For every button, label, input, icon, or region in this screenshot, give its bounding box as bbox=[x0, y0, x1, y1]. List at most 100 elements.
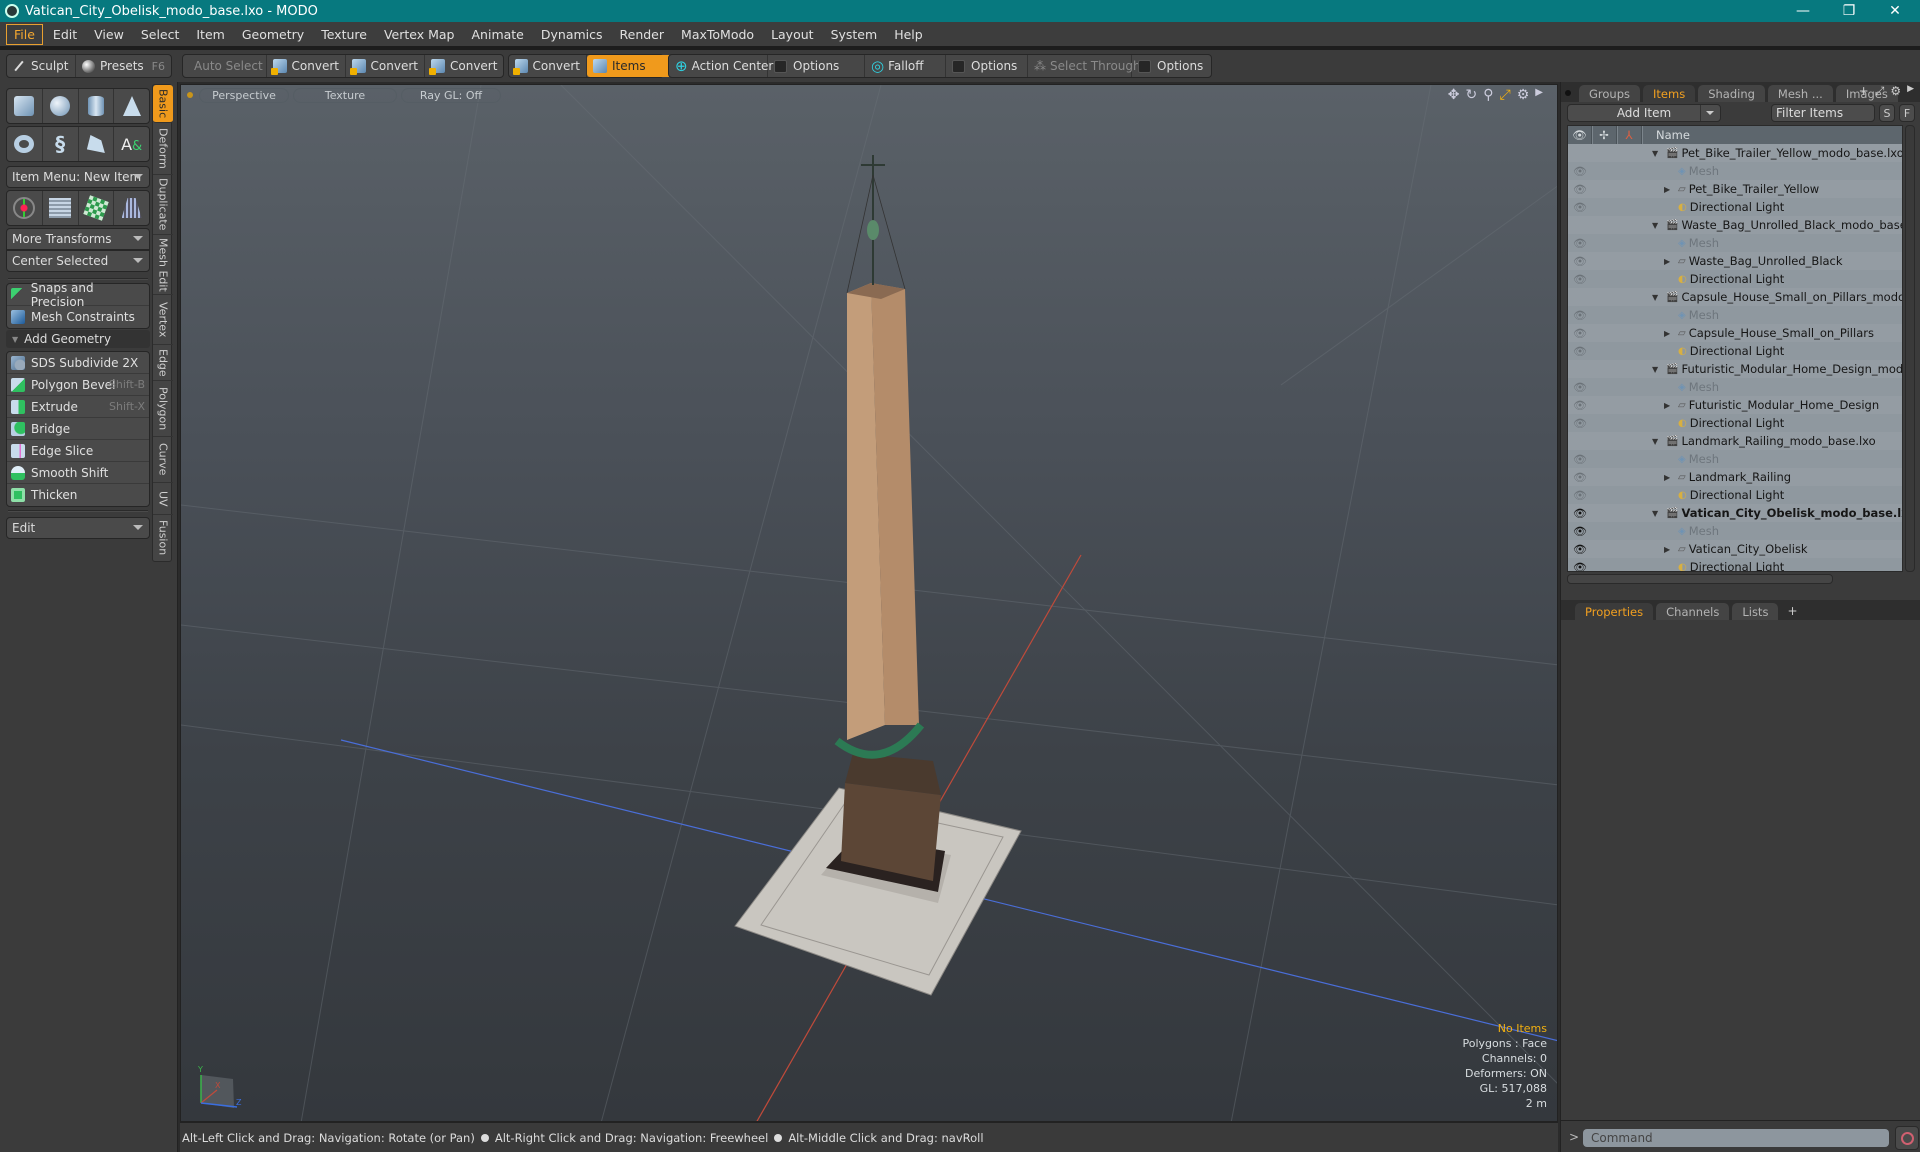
presets-button[interactable]: Presets F6 bbox=[76, 55, 171, 77]
tree-item-light[interactable]: ◐ Directional Light bbox=[1664, 200, 1784, 214]
falloff-button[interactable]: ◎ Falloff bbox=[865, 55, 946, 77]
tree-row[interactable]: ▼ 🎬 Futuristic_Modular_Home_Design_modo_b … bbox=[1568, 360, 1902, 378]
visibility-eye-icon[interactable]: 👁 bbox=[1568, 417, 1592, 430]
collapse-arrow-icon[interactable]: ▼ bbox=[1652, 365, 1664, 374]
action-center-button[interactable]: ⊕ Action Center bbox=[669, 55, 773, 77]
add-item-button[interactable]: Add Item bbox=[1567, 104, 1721, 122]
tab-items[interactable]: Items bbox=[1643, 85, 1696, 102]
tree-row[interactable]: 👁 ◈ Mesh bbox=[1568, 306, 1902, 324]
visibility-eye-icon[interactable]: 👁 bbox=[1568, 237, 1592, 250]
tree-row[interactable]: ▼ 🎬 Capsule_House_Small_on_Pillars_modo_ba… bbox=[1568, 288, 1902, 306]
tree-item-mesh[interactable]: ◈ Mesh bbox=[1664, 524, 1719, 538]
visibility-eye-icon[interactable]: 👁 bbox=[1568, 489, 1592, 502]
visibility-eye-icon[interactable]: 👁 bbox=[1568, 471, 1592, 484]
collapse-arrow-icon[interactable]: ▼ bbox=[1652, 509, 1664, 518]
mesh-constraints-button[interactable]: Mesh Constraints bbox=[7, 306, 149, 328]
tree-item-group[interactable]: ▶ ▱ Waste_Bag_Unrolled_Black bbox=[1664, 254, 1843, 268]
sds-subdivide-button[interactable]: SDS Subdivide 2X bbox=[7, 352, 149, 374]
visibility-eye-icon[interactable]: 👁 bbox=[1568, 255, 1592, 268]
cone-primitive-button[interactable] bbox=[114, 89, 149, 123]
rotate-icon[interactable]: ↻ bbox=[1466, 87, 1478, 103]
tree-horizontal-scrollbar[interactable] bbox=[1567, 574, 1833, 584]
expand-arrow-icon[interactable]: ▶ bbox=[1664, 545, 1676, 554]
tab-lists[interactable]: Lists bbox=[1732, 603, 1779, 620]
tab-polygon[interactable]: Polygon bbox=[153, 381, 173, 437]
tree-row[interactable]: 👁 ◈ Mesh bbox=[1568, 522, 1902, 540]
lock-column-icon[interactable]: ✢ bbox=[1592, 126, 1617, 144]
menu-view[interactable]: View bbox=[87, 25, 131, 44]
tree-item-mesh[interactable]: ◈ Mesh bbox=[1664, 380, 1719, 394]
tab-channels[interactable]: Channels bbox=[1656, 603, 1730, 620]
menu-dynamics[interactable]: Dynamics bbox=[534, 25, 610, 44]
more-transforms-dropdown[interactable]: More Transforms bbox=[6, 228, 150, 250]
pen-tool-button[interactable] bbox=[79, 127, 115, 161]
viewport-settings-gear-icon[interactable]: ⚙ bbox=[1517, 87, 1530, 103]
bridge-button[interactable]: Bridge bbox=[7, 418, 149, 440]
tab-uv[interactable]: UV bbox=[153, 483, 173, 515]
tree-item-group[interactable]: ▶ ▱ Futuristic_Modular_Home_Design bbox=[1664, 398, 1879, 412]
tree-vertical-scrollbar[interactable] bbox=[1905, 125, 1915, 572]
menu-help[interactable]: Help bbox=[887, 25, 930, 44]
tree-item-light[interactable]: ◐ Directional Light bbox=[1664, 272, 1784, 286]
tree-row[interactable]: 👁 ◈ Mesh bbox=[1568, 450, 1902, 468]
expand-arrow-icon[interactable]: ▶ bbox=[1664, 257, 1676, 266]
pan-icon[interactable]: ✥ bbox=[1448, 87, 1460, 103]
maximize-button[interactable]: ❐ bbox=[1826, 0, 1872, 22]
menu-edit[interactable]: Edit bbox=[46, 25, 84, 44]
minimize-button[interactable]: — bbox=[1780, 0, 1826, 22]
tree-row[interactable]: 👁 ◈ Mesh bbox=[1568, 378, 1902, 396]
menu-vertex-map[interactable]: Vertex Map bbox=[377, 25, 462, 44]
tree-row[interactable]: 👁 ◈ Mesh bbox=[1568, 162, 1902, 180]
tree-item-scene[interactable]: ▼ 🎬 Pet_Bike_Trailer_Yellow_modo_base.lxo bbox=[1652, 146, 1902, 160]
tab-duplicate[interactable]: Duplicate bbox=[153, 175, 173, 235]
taper-button[interactable] bbox=[114, 191, 149, 225]
menu-render[interactable]: Render bbox=[613, 25, 672, 44]
expand-arrow-icon[interactable]: ▶ bbox=[1664, 473, 1676, 482]
thicken-button[interactable]: Thicken bbox=[7, 484, 149, 506]
smooth-shift-button[interactable]: Smooth Shift bbox=[7, 462, 149, 484]
tab-deform[interactable]: Deform bbox=[153, 123, 173, 175]
convert-polygons-button[interactable]: Convert bbox=[425, 55, 503, 77]
collapse-arrow-icon[interactable]: ▼ bbox=[1652, 437, 1664, 446]
menu-item[interactable]: Item bbox=[189, 25, 231, 44]
tree-row[interactable]: 👁 ◐ Directional Light bbox=[1568, 414, 1902, 432]
raygl-toggle[interactable]: Ray GL: Off bbox=[401, 87, 501, 103]
filter-items-input[interactable]: Filter Items bbox=[1771, 104, 1875, 122]
zoom-icon[interactable]: ⚲ bbox=[1483, 87, 1493, 103]
tree-row[interactable]: ▼ 🎬 Pet_Bike_Trailer_Yellow_modo_base.lxo bbox=[1568, 144, 1902, 162]
expand-arrow-icon[interactable]: ▶ bbox=[1664, 401, 1676, 410]
sculpt-button[interactable]: Sculpt bbox=[7, 55, 76, 77]
filter-f-button[interactable]: F bbox=[1899, 104, 1915, 122]
tree-row[interactable]: 👁 ◈ Mesh bbox=[1568, 234, 1902, 252]
tab-shading[interactable]: Shading bbox=[1698, 85, 1765, 102]
menu-texture[interactable]: Texture bbox=[314, 25, 374, 44]
tree-item-mesh[interactable]: ◈ Mesh bbox=[1664, 308, 1719, 322]
tree-row[interactable]: 👁 ▶ ▱ Capsule_House_Small_on_Pillars bbox=[1568, 324, 1902, 342]
visibility-eye-icon[interactable]: 👁 bbox=[1568, 201, 1592, 214]
tree-item-group[interactable]: ▶ ▱ Pet_Bike_Trailer_Yellow bbox=[1664, 182, 1819, 196]
soft-deform-button[interactable] bbox=[43, 191, 79, 225]
tree-item-light[interactable]: ◐ Directional Light bbox=[1664, 416, 1784, 430]
visibility-eye-icon[interactable]: 👁 bbox=[1568, 309, 1592, 322]
tree-row[interactable]: 👁 ◐ Directional Light bbox=[1568, 558, 1902, 571]
tab-curve[interactable]: Curve bbox=[153, 437, 173, 483]
falloff-options-button[interactable]: Options bbox=[946, 55, 1028, 77]
edge-slice-button[interactable]: Edge Slice bbox=[7, 440, 149, 462]
tab-mesh-edit[interactable]: Mesh Edit bbox=[153, 235, 173, 295]
convert-vertices-button[interactable]: Convert bbox=[267, 55, 346, 77]
spiral-primitive-button[interactable]: § bbox=[43, 127, 79, 161]
viewport-menu-arrow-icon[interactable]: ▶ bbox=[1535, 87, 1543, 103]
snaps-and-precision-button[interactable]: Snaps and Precision bbox=[7, 281, 149, 309]
tree-item-group[interactable]: ▶ ▱ Vatican_City_Obelisk bbox=[1664, 542, 1808, 556]
visibility-eye-icon[interactable]: 👁 bbox=[1568, 453, 1592, 466]
visibility-eye-icon[interactable]: 👁 bbox=[1568, 381, 1592, 394]
filter-s-button[interactable]: S bbox=[1879, 104, 1895, 122]
tree-item-light[interactable]: ◐ Directional Light bbox=[1664, 560, 1784, 571]
axis-column-icon[interactable]: ⅄ bbox=[1617, 126, 1642, 144]
maximize-viewport-icon[interactable]: ⤢ bbox=[1500, 87, 1511, 103]
tab-properties[interactable]: Properties bbox=[1575, 603, 1654, 620]
tree-row[interactable]: 👁 ◐ Directional Light bbox=[1568, 486, 1902, 504]
menu-select[interactable]: Select bbox=[134, 25, 187, 44]
menu-file[interactable]: File bbox=[6, 23, 43, 45]
tree-row[interactable]: ▼ 🎬 Landmark_Railing_modo_base.lxo bbox=[1568, 432, 1902, 450]
